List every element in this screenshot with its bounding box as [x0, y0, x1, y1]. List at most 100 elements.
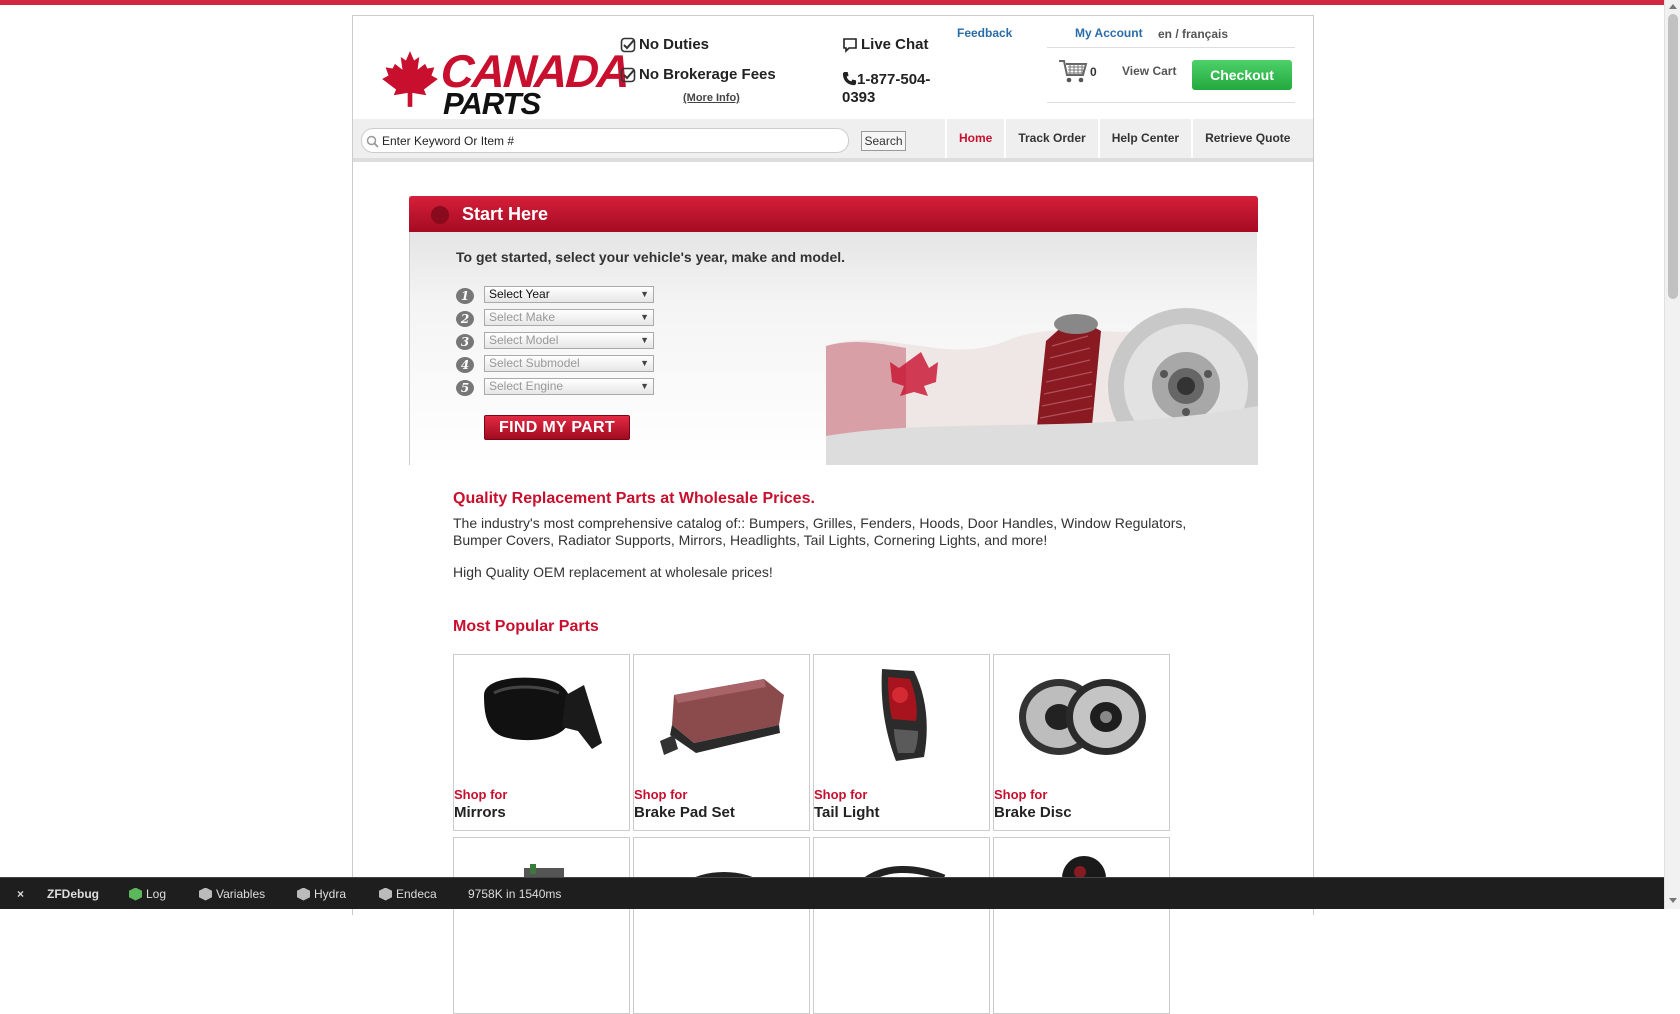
- select-model-label: Select Model: [489, 333, 559, 347]
- debug-variables-label: Variables: [216, 887, 266, 901]
- part-card[interactable]: [633, 837, 810, 1014]
- promo-no-duties: No Duties: [620, 36, 709, 53]
- cube-icon: [297, 887, 310, 901]
- part-shop-label: Shop for: [994, 787, 1048, 802]
- page-container: CANADA PARTS ONLINE No Duties No Brokera…: [352, 15, 1314, 1014]
- select-year-label: Select Year: [489, 287, 550, 301]
- select-model-dropdown[interactable]: Select Model ▼: [484, 332, 654, 349]
- select-year-dropdown[interactable]: Select Year ▼: [484, 286, 654, 303]
- nav-track-order[interactable]: Track Order: [1004, 119, 1098, 158]
- debug-hydra-label: Hydra: [314, 887, 347, 901]
- dropdown-arrow-icon: ▼: [640, 312, 649, 322]
- my-account-link[interactable]: My Account: [1075, 26, 1143, 40]
- part-card[interactable]: [453, 837, 630, 1014]
- debug-variables-tab[interactable]: Variables: [199, 887, 265, 901]
- select-engine-label: Select Engine: [489, 379, 564, 393]
- search-input[interactable]: Enter Keyword Or Item #: [361, 128, 849, 153]
- phone-icon: [842, 71, 857, 86]
- select-submodel-dropdown[interactable]: Select Submodel ▼: [484, 355, 654, 372]
- step-number: 4: [456, 357, 474, 373]
- brake-pad-image: [660, 679, 784, 755]
- nav-home[interactable]: Home: [945, 119, 1005, 158]
- debug-close-button[interactable]: ×: [17, 887, 24, 901]
- part-shop-label: Shop for: [634, 787, 688, 802]
- oem-description: High Quality OEM replacement at wholesal…: [453, 564, 773, 580]
- part-name: Tail Light: [814, 804, 880, 821]
- check-icon: [620, 67, 636, 82]
- find-my-part-button[interactable]: FIND MY PART: [484, 415, 630, 440]
- mirror-image: [484, 677, 602, 749]
- step-number: 5: [456, 380, 474, 396]
- view-cart-link[interactable]: View Cart: [1122, 64, 1176, 78]
- scroll-down-icon[interactable]: [1669, 898, 1677, 903]
- step-number: 3: [456, 334, 474, 350]
- feedback-link[interactable]: Feedback: [957, 26, 1012, 40]
- cube-icon: [199, 887, 212, 901]
- select-submodel-label: Select Submodel: [489, 356, 580, 370]
- most-popular-heading: Most Popular Parts: [453, 618, 599, 635]
- check-icon: [620, 37, 636, 52]
- cube-icon: [379, 887, 392, 901]
- debug-title[interactable]: ZFDebug: [47, 887, 99, 901]
- select-make-label: Select Make: [489, 310, 556, 324]
- vehicle-selector-panel: Start Here To get started, select your v…: [409, 196, 1258, 465]
- header-divider: [1047, 102, 1295, 103]
- dropdown-arrow-icon: ▼: [640, 335, 649, 345]
- start-here-header: Start Here: [409, 196, 1258, 232]
- chat-bubble-icon: [843, 37, 857, 53]
- debug-endeca-label: Endeca: [396, 887, 437, 901]
- puzzle-icon: [129, 887, 142, 901]
- debug-hydra-tab[interactable]: Hydra: [297, 887, 346, 901]
- promo-no-brokerage: No Brokerage Fees: [620, 66, 776, 83]
- checkout-button[interactable]: Checkout: [1192, 60, 1292, 90]
- part-card-tail-light[interactable]: Shop for Tail Light: [813, 654, 990, 831]
- debug-log-tab[interactable]: Log: [129, 887, 166, 901]
- live-chat-link[interactable]: Live Chat: [842, 36, 929, 53]
- part-card[interactable]: [993, 837, 1170, 1014]
- part-card-brake-disc[interactable]: Shop for Brake Disc: [993, 654, 1170, 831]
- dropdown-arrow-icon: ▼: [640, 289, 649, 299]
- part-shop-label: Shop for: [454, 787, 508, 802]
- maple-leaf-icon: [382, 51, 438, 107]
- part-name: Brake Disc: [994, 804, 1072, 821]
- brake-disc-image: [1019, 679, 1146, 755]
- step-number: 1: [456, 288, 474, 304]
- part-shop-label: Shop for: [814, 787, 868, 802]
- part-card-brake-pad-set[interactable]: Shop for Brake Pad Set: [633, 654, 810, 831]
- nav-help-center[interactable]: Help Center: [1097, 119, 1192, 158]
- dropdown-arrow-icon: ▼: [640, 381, 649, 391]
- start-intro-text: To get started, select your vehicle's ye…: [456, 249, 846, 265]
- quality-heading: Quality Replacement Parts at Wholesale P…: [453, 490, 815, 507]
- main-nav: Home Track Order Help Center Retrieve Qu…: [945, 119, 1303, 158]
- part-card[interactable]: [813, 837, 990, 1014]
- part-card-mirrors[interactable]: Shop for Mirrors: [453, 654, 630, 831]
- clock-icon: [431, 206, 449, 224]
- debug-endeca-tab[interactable]: Endeca: [379, 887, 437, 901]
- more-info-link[interactable]: (More Info): [683, 92, 740, 104]
- promo-no-duties-label: No Duties: [639, 36, 710, 53]
- shopping-cart-icon[interactable]: [1058, 58, 1088, 84]
- part-name: Mirrors: [454, 804, 506, 821]
- search-placeholder: Enter Keyword Or Item #: [382, 134, 515, 148]
- part-name: Brake Pad Set: [634, 804, 735, 821]
- scroll-up-icon[interactable]: [1669, 4, 1677, 9]
- start-here-title: Start Here: [462, 204, 549, 224]
- live-chat-label: Live Chat: [861, 36, 929, 53]
- dropdown-arrow-icon: ▼: [640, 358, 649, 368]
- scrollbar-thumb[interactable]: [1668, 14, 1678, 299]
- search-icon: [366, 135, 379, 148]
- select-make-dropdown[interactable]: Select Make ▼: [484, 309, 654, 326]
- zfdebug-toolbar: × ZFDebug Log Variables Hydra Endeca 975…: [0, 877, 1664, 909]
- search-button[interactable]: Search: [861, 131, 906, 151]
- debug-log-label: Log: [146, 887, 167, 901]
- hero-parts-image: [826, 308, 1258, 465]
- search-nav-bar: Enter Keyword Or Item # Search Home Trac…: [353, 119, 1313, 162]
- nav-retrieve-quote[interactable]: Retrieve Quote: [1191, 119, 1303, 158]
- select-engine-dropdown[interactable]: Select Engine ▼: [484, 378, 654, 395]
- vertical-scrollbar[interactable]: [1664, 0, 1680, 909]
- promo-no-brokerage-label: No Brokerage Fees: [639, 66, 776, 83]
- header-divider: [1047, 47, 1295, 48]
- step-number: 2: [456, 311, 474, 327]
- site-logo[interactable]: CANADA PARTS ONLINE: [381, 34, 631, 149]
- language-switch[interactable]: en / français: [1158, 27, 1228, 41]
